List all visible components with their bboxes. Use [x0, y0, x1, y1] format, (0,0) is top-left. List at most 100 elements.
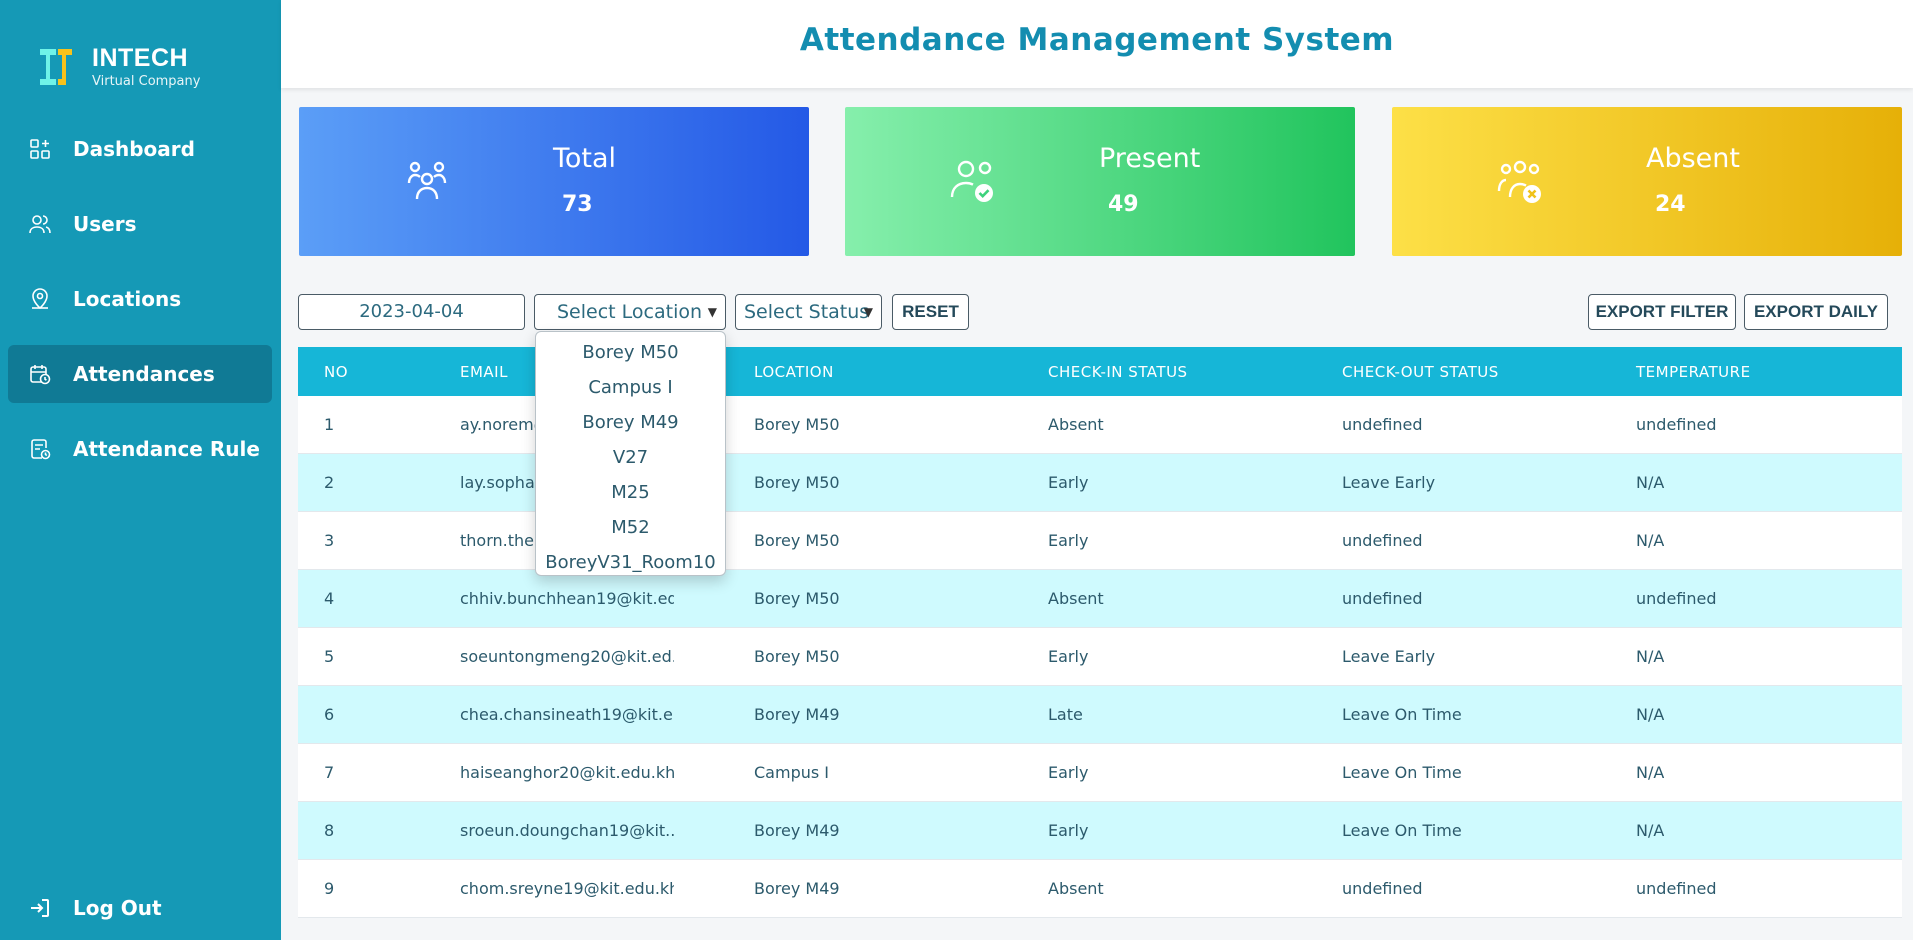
- column-header-no[interactable]: NO: [324, 363, 348, 381]
- sidebar-item-locations[interactable]: Locations: [8, 270, 272, 328]
- table-cell: Borey M49: [752, 802, 1046, 859]
- cell-temperature: N/A: [1636, 647, 1665, 666]
- cell-location: Borey M50: [754, 589, 840, 608]
- total-label: Total: [553, 143, 617, 174]
- column-header-temperature[interactable]: TEMPERATURE: [1636, 363, 1751, 381]
- table-cell: 5: [298, 628, 458, 685]
- table-cell: 2: [298, 454, 458, 511]
- table-cell: Borey M50: [752, 570, 1046, 627]
- column-header-check-in-status[interactable]: CHECK-IN STATUS: [1048, 363, 1188, 381]
- location-dropdown-menu: Borey M50 Campus I Borey M49 V27 M25 M52…: [535, 331, 726, 576]
- status-select-value: Select Status: [744, 301, 870, 323]
- cell-check-in-status: Absent: [1048, 589, 1104, 608]
- status-select[interactable]: Select Status ▼: [735, 294, 882, 330]
- cell-check-out-status: Leave Early: [1342, 647, 1436, 666]
- total-value: 73: [562, 192, 593, 217]
- table-row[interactable]: 6 chea.chansineath19@kit.e... Borey M49 Lat…: [298, 686, 1902, 744]
- cell-email: chea.chansineath19@kit.e...: [460, 705, 674, 724]
- sidebar-item-attendances[interactable]: Attendances: [8, 345, 272, 403]
- cell-email: chom.sreyne19@kit.edu.kh: [460, 879, 674, 898]
- table-cell: 4: [298, 570, 458, 627]
- cell-no: 9: [324, 879, 335, 898]
- date-input[interactable]: 2023-04-04: [298, 294, 525, 330]
- table-cell: N/A: [1634, 628, 1902, 685]
- table-cell: Leave On Time: [1340, 686, 1634, 743]
- cell-location: Borey M50: [754, 647, 840, 666]
- table-row[interactable]: 8 sroeun.doungchan19@kit.... Borey M49 Earl…: [298, 802, 1902, 860]
- table-row[interactable]: 7 haiseanghor20@kit.edu.kh Campus I Early Le…: [298, 744, 1902, 802]
- grid-plus-icon: [28, 137, 52, 161]
- cell-email: sroeun.doungchan19@kit....: [460, 821, 674, 840]
- sidebar-item-dashboard[interactable]: Dashboard: [8, 120, 272, 178]
- location-option[interactable]: Borey M49: [536, 405, 725, 440]
- cell-check-in-status: Absent: [1048, 879, 1104, 898]
- logout-icon: [28, 896, 52, 920]
- present-value: 49: [1108, 192, 1139, 217]
- brand[interactable]: INTECH Virtual Company: [36, 44, 200, 89]
- table-cell: Borey M50: [752, 628, 1046, 685]
- table-cell: undefined: [1634, 860, 1902, 917]
- cell-location: Borey M49: [754, 821, 840, 840]
- location-option[interactable]: Campus I: [536, 370, 725, 405]
- users-icon: [28, 212, 52, 236]
- location-option[interactable]: V27: [536, 440, 725, 475]
- table-cell: 8: [298, 802, 458, 859]
- group-icon: [407, 161, 447, 200]
- cell-no: 1: [324, 415, 335, 434]
- table-cell: N/A: [1634, 512, 1902, 569]
- sidebar-item-attendance-rule[interactable]: Attendance Rule: [8, 420, 272, 478]
- cell-no: 7: [324, 763, 335, 782]
- page-title: Attendance Management System: [799, 22, 1395, 58]
- cell-check-out-status: undefined: [1342, 531, 1423, 550]
- absent-value: 24: [1655, 192, 1686, 217]
- cell-check-in-status: Late: [1048, 705, 1083, 724]
- table-cell: chom.sreyne19@kit.edu.kh: [458, 860, 752, 917]
- table-cell: Absent: [1046, 570, 1340, 627]
- table-cell: 7: [298, 744, 458, 801]
- table-cell: Leave Early: [1340, 628, 1634, 685]
- cell-temperature: N/A: [1636, 473, 1665, 492]
- table-cell: Campus I: [752, 744, 1046, 801]
- table-cell: 3: [298, 512, 458, 569]
- cell-check-in-status: Absent: [1048, 415, 1104, 434]
- table-cell: N/A: [1634, 744, 1902, 801]
- table-cell: Leave On Time: [1340, 802, 1634, 859]
- cell-no: 6: [324, 705, 335, 724]
- table-row[interactable]: 5 soeuntongmeng20@kit.ed... Borey M50 Early…: [298, 628, 1902, 686]
- table-cell: Late: [1046, 686, 1340, 743]
- reset-button[interactable]: RESET: [892, 294, 969, 330]
- cell-check-out-status: undefined: [1342, 589, 1423, 608]
- cell-temperature: N/A: [1636, 821, 1665, 840]
- cell-location: Borey M49: [754, 705, 840, 724]
- table-cell: Borey M50: [752, 512, 1046, 569]
- location-option[interactable]: M25: [536, 475, 725, 510]
- location-option[interactable]: BoreyV31_Room10: [536, 545, 725, 580]
- brand-name: INTECH: [92, 44, 189, 72]
- cell-location: Borey M50: [754, 531, 840, 550]
- cell-temperature: undefined: [1636, 415, 1717, 434]
- export-daily-button[interactable]: EXPORT DAILY: [1744, 294, 1888, 330]
- sidebar-item-label: Locations: [73, 287, 182, 311]
- cell-temperature: N/A: [1636, 705, 1665, 724]
- location-option[interactable]: Borey M50: [536, 335, 725, 370]
- column-header-check-out-status[interactable]: CHECK-OUT STATUS: [1342, 363, 1499, 381]
- sidebar-item-users[interactable]: Users: [8, 195, 272, 253]
- cell-no: 3: [324, 531, 335, 550]
- cell-temperature: undefined: [1636, 879, 1717, 898]
- table-cell: undefined: [1340, 570, 1634, 627]
- cell-check-out-status: undefined: [1342, 415, 1423, 434]
- table-cell: undefined: [1340, 396, 1634, 453]
- location-select[interactable]: Select Location ▼: [534, 294, 726, 330]
- map-pin-icon: [28, 287, 52, 311]
- table-cell: chea.chansineath19@kit.e...: [458, 686, 752, 743]
- cell-no: 8: [324, 821, 335, 840]
- logout-button[interactable]: Log Out: [28, 896, 162, 920]
- table-cell: Early: [1046, 628, 1340, 685]
- cell-check-in-status: Early: [1048, 647, 1089, 666]
- column-header-email[interactable]: EMAIL: [460, 363, 508, 381]
- table-row[interactable]: 9 chom.sreyne19@kit.edu.kh Borey M49 Absent…: [298, 860, 1902, 918]
- export-filter-button[interactable]: EXPORT FILTER: [1588, 294, 1736, 330]
- location-option[interactable]: M52: [536, 510, 725, 545]
- column-header-location[interactable]: LOCATION: [754, 363, 834, 381]
- group-x-icon: [1497, 160, 1541, 203]
